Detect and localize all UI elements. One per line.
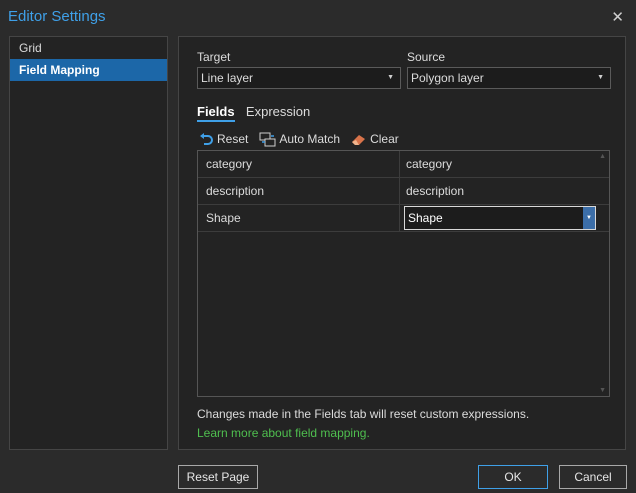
target-layer-value: Line layer [201,71,254,85]
target-label: Target [197,50,231,64]
settings-sidebar: Grid Field Mapping [9,36,168,450]
undo-icon [200,132,213,145]
reset-page-button[interactable]: Reset Page [178,465,258,489]
column-divider [399,178,400,205]
fields-tab-note: Changes made in the Fields tab will rese… [197,407,530,421]
auto-match-label: Auto Match [279,132,341,146]
auto-match-icon [259,132,276,146]
reset-label: Reset [217,132,249,146]
source-layer-dropdown[interactable]: Polygon layer ▼ [407,67,611,89]
source-layer-value: Polygon layer [411,71,484,85]
scroll-up-icon[interactable]: ▲ [599,153,606,160]
reset-button[interactable]: Reset [199,132,248,146]
source-field-cell[interactable]: description [406,178,464,205]
scroll-down-icon[interactable]: ▼ [599,387,606,394]
field-mapping-panel: Target Line layer ▼ Source Polygon layer… [178,36,626,450]
source-field-dropdown[interactable]: Shape ▼ [404,206,596,230]
source-field-value: Shape [408,211,443,225]
cancel-button[interactable]: Cancel [559,465,627,489]
clear-button[interactable]: Clear [351,132,399,146]
chevron-down-icon: ▼ [387,74,394,81]
table-row[interactable]: category category [198,151,609,178]
chevron-down-icon[interactable]: ▼ [583,207,595,229]
column-divider [399,205,400,232]
column-divider [399,151,400,178]
field-mapping-grid: category category description descriptio… [197,150,610,397]
source-field-cell[interactable]: category [406,151,452,178]
auto-match-button[interactable]: Auto Match [259,132,340,147]
target-field-cell: description [206,184,265,198]
ok-button[interactable]: OK [478,465,548,489]
close-icon[interactable]: ✕ [611,8,624,26]
table-row[interactable]: description description [198,178,609,205]
target-layer-dropdown[interactable]: Line layer ▼ [197,67,401,89]
mapping-toolbar: Reset Auto Match Clear [199,130,410,148]
eraser-icon [352,134,366,145]
window-title: Editor Settings [8,8,106,25]
mapping-tabs: Fields Expression [197,104,318,124]
sidebar-item-grid[interactable]: Grid [10,37,167,59]
clear-label: Clear [370,132,399,146]
tab-expression[interactable]: Expression [246,104,310,120]
learn-more-link[interactable]: Learn more about field mapping. [197,426,370,440]
target-field-cell: Shape [206,211,241,225]
tab-fields[interactable]: Fields [197,104,235,122]
chevron-down-icon: ▼ [597,74,604,81]
sidebar-item-field-mapping[interactable]: Field Mapping [10,59,167,81]
source-label: Source [407,50,446,64]
table-row[interactable]: Shape Shape ▼ [198,205,609,232]
target-field-cell: category [206,157,253,171]
